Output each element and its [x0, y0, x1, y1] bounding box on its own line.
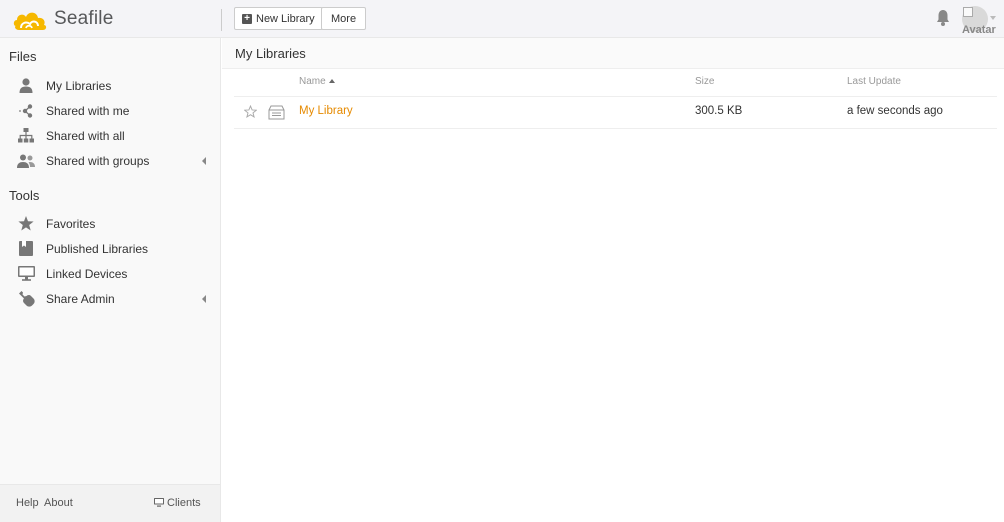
desktop-icon — [154, 498, 164, 507]
main-title-bar: My Libraries — [222, 38, 1004, 69]
avatar-alt-text: Avatar — [962, 24, 996, 36]
page-title: My Libraries — [235, 46, 306, 61]
sidebar-item-my-libraries[interactable]: My Libraries — [0, 73, 220, 98]
library-name-link[interactable]: My Library — [299, 105, 353, 117]
header-divider — [221, 9, 222, 31]
sidebar-item-shared-with-all[interactable]: Shared with all — [0, 123, 220, 148]
sidebar-item-label: Published Libraries — [46, 241, 149, 256]
sidebar-item-shared-with-groups[interactable]: Shared with groups — [0, 148, 220, 173]
column-header-name[interactable]: Name — [299, 76, 335, 87]
new-library-label: New Library — [256, 12, 315, 25]
chevron-left-icon — [202, 157, 206, 165]
help-link[interactable]: Help — [16, 497, 39, 509]
wrench-icon — [17, 290, 35, 308]
table-header-divider — [234, 96, 997, 97]
star-outline-icon[interactable] — [244, 105, 257, 118]
sidebar-item-label: My Libraries — [46, 78, 112, 93]
monitor-icon — [17, 265, 35, 283]
column-header-label: Name — [299, 76, 326, 87]
files-section-title: Files — [9, 49, 37, 64]
book-icon — [17, 240, 35, 258]
avatar[interactable]: Avatar — [962, 6, 1002, 36]
library-size: 300.5 KB — [695, 105, 743, 117]
sidebar-item-label: Shared with me — [46, 103, 130, 118]
more-button[interactable]: More — [321, 7, 367, 30]
sidebar-item-share-admin[interactable]: Share Admin — [0, 286, 220, 311]
tools-section-title: Tools — [9, 188, 40, 203]
sidebar: Files My Libraries Shared with me Shared… — [0, 38, 221, 522]
user-icon — [17, 77, 35, 95]
seafile-logo[interactable]: Seafile — [12, 6, 114, 32]
column-header-size[interactable]: Size — [695, 76, 714, 87]
sidebar-item-label: Shared with groups — [46, 153, 150, 168]
top-header: Seafile + New Library More Avatar — [0, 0, 1004, 38]
sidebar-item-label: Shared with all — [46, 128, 125, 143]
broken-image-icon — [963, 7, 973, 17]
sidebar-item-published-libraries[interactable]: Published Libraries — [0, 236, 220, 261]
sidebar-footer: Help About Clients — [0, 484, 220, 522]
more-label: More — [331, 12, 357, 25]
sidebar-item-favorites[interactable]: Favorites — [0, 211, 220, 236]
chevron-down-icon — [990, 16, 996, 20]
seafile-logo-icon — [13, 12, 47, 30]
sidebar-item-shared-with-me[interactable]: Shared with me — [0, 98, 220, 123]
sidebar-item-label: Favorites — [46, 216, 96, 231]
share-icon — [17, 102, 35, 120]
sidebar-item-label: Share Admin — [46, 291, 115, 306]
clients-link[interactable]: Clients — [167, 497, 201, 509]
logo-text: Seafile — [54, 8, 114, 29]
plus-icon: + — [242, 13, 252, 24]
sort-ascending-icon — [328, 79, 335, 83]
library-icon — [268, 105, 285, 120]
new-library-button[interactable]: + New Library — [234, 7, 323, 30]
org-chart-icon — [17, 127, 35, 145]
about-link[interactable]: About — [44, 497, 73, 509]
table-row-divider — [234, 128, 997, 129]
sidebar-item-linked-devices[interactable]: Linked Devices — [0, 261, 220, 286]
chevron-left-icon — [202, 295, 206, 303]
column-header-last-update[interactable]: Last Update — [847, 76, 901, 87]
group-icon — [17, 152, 35, 170]
bell-icon[interactable] — [935, 9, 951, 27]
library-last-update: a few seconds ago — [847, 105, 943, 117]
star-icon — [17, 215, 35, 233]
sidebar-item-label: Linked Devices — [46, 266, 128, 281]
main-content: My Libraries Name Size Last Update My Li… — [222, 38, 1004, 522]
